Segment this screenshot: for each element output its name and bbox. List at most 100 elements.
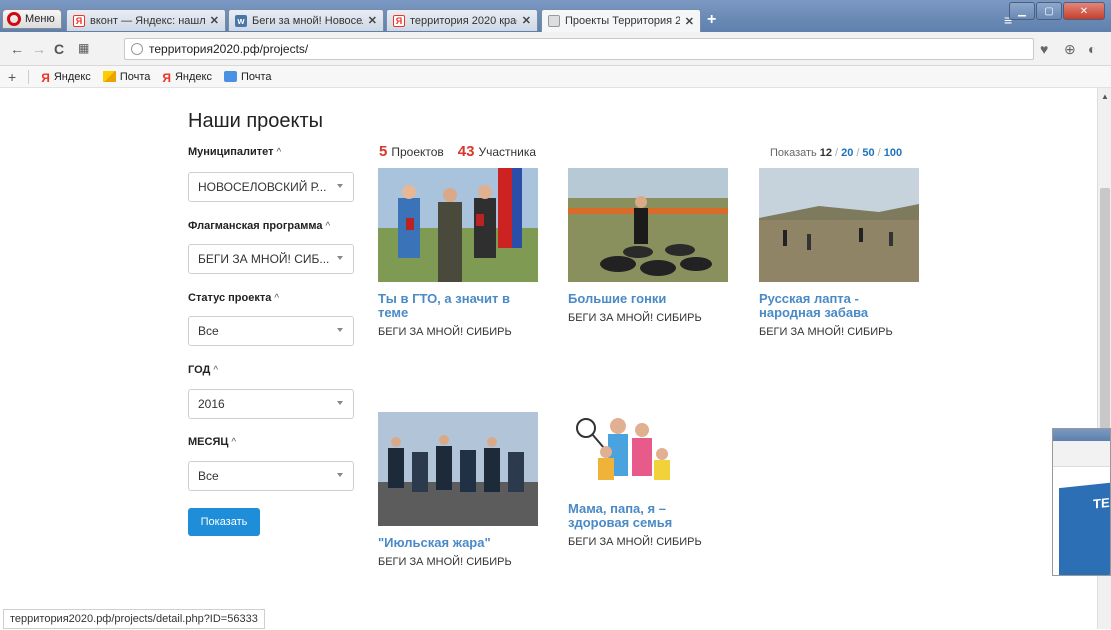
chevron-up-icon: ^ — [231, 437, 237, 448]
project-photo[interactable] — [568, 168, 728, 282]
project-photo[interactable] — [378, 412, 538, 526]
chevron-down-icon — [337, 401, 343, 405]
tab-vk[interactable]: w Беги за мной! Новоселов ✕ — [228, 9, 384, 31]
status-bar-url: территория2020.рф/projects/detail.php?ID… — [3, 609, 265, 629]
project-card[interactable]: Ты в ГТО, а значит в теме БЕГИ ЗА МНОЙ! … — [378, 168, 538, 338]
project-title[interactable]: Ты в ГТО, а значит в теме — [378, 292, 538, 320]
flagship-program-select[interactable]: БЕГИ ЗА МНОЙ! СИБ... — [188, 244, 354, 274]
chevron-down-icon — [337, 473, 343, 477]
project-card[interactable]: Большие гонки БЕГИ ЗА МНОЙ! СИБИРЬ — [568, 168, 728, 324]
yandex-icon: Я — [393, 14, 405, 27]
chevron-up-icon: ^ — [325, 221, 331, 232]
filter-label-flagship[interactable]: Флагманская программа ^ — [188, 220, 330, 232]
bookmark-label: Почта — [119, 70, 151, 83]
vk-icon: w — [235, 14, 247, 27]
forward-icon[interactable]: → — [32, 41, 46, 57]
per-page-option-100[interactable]: 100 — [884, 147, 902, 159]
bookmarks-bar: + Я Яндекс Почта Я Яндекс Почта — [0, 66, 1111, 88]
select-value: 2016 — [198, 397, 225, 411]
bookmark-yandex[interactable]: Я Яндекс — [41, 70, 91, 86]
select-value: Все — [198, 324, 219, 338]
project-photo[interactable] — [378, 168, 538, 282]
filter-label-text: Муниципалитет — [188, 146, 274, 158]
bookmark-mail-2[interactable]: Почта — [223, 71, 272, 83]
mail-icon — [102, 71, 116, 82]
preview-text: TE — [1093, 494, 1110, 512]
bookmark-label: Яндекс — [53, 70, 91, 83]
per-page-option-20[interactable]: 20 — [841, 147, 853, 159]
close-tab-icon[interactable]: ✕ — [685, 15, 694, 28]
vpn-icon[interactable]: ◐ — [1088, 41, 1096, 57]
filter-label-month[interactable]: МЕСЯЦ ^ — [188, 436, 236, 448]
close-window-icon[interactable]: ✕ — [1063, 2, 1105, 20]
bookmark-yandex-2[interactable]: Я Яндекс — [162, 70, 212, 86]
chevron-up-icon: ^ — [274, 293, 280, 304]
address-bar: ← → C ▦ территория2020.рф/projects/ ♥ ⊕ … — [0, 32, 1111, 66]
download-icon[interactable]: ⊕ — [1064, 41, 1076, 58]
show-button[interactable]: Показать — [188, 508, 260, 536]
preview-tab-bar — [1053, 429, 1110, 441]
menu-label: Меню — [25, 13, 55, 25]
tab-title: Проекты Территория 202 — [565, 15, 680, 27]
per-page-option-50[interactable]: 50 — [862, 147, 874, 159]
close-tab-icon[interactable]: ✕ — [522, 14, 531, 27]
bookmark-label: Яндекс — [174, 70, 212, 83]
add-bookmark-icon[interactable]: + — [8, 69, 16, 85]
project-title[interactable]: Мама, папа, я – здоровая семья — [568, 502, 728, 530]
project-photo[interactable] — [568, 412, 678, 492]
tab-title: Беги за мной! Новоселов — [252, 14, 363, 27]
project-card[interactable]: "Июльская жара" БЕГИ ЗА МНОЙ! СИБИРЬ — [378, 412, 538, 568]
yandex-icon: Я — [162, 71, 171, 85]
month-select[interactable]: Все — [188, 461, 354, 491]
chevron-down-icon — [337, 256, 343, 260]
project-title[interactable]: Большие гонки — [568, 292, 728, 306]
project-program: БЕГИ ЗА МНОЙ! СИБИРЬ — [378, 556, 512, 568]
new-tab-plus-icon[interactable]: + — [707, 11, 716, 29]
close-tab-icon[interactable]: ✕ — [368, 14, 377, 27]
preview-address-bar — [1053, 441, 1110, 467]
maximize-icon[interactable]: ▢ — [1036, 2, 1062, 20]
url-field[interactable]: территория2020.рф/projects/ — [124, 38, 1034, 60]
bookmark-mail[interactable]: Почта — [102, 70, 151, 83]
project-status-select[interactable]: Все — [188, 316, 354, 346]
filter-label-text: Флагманская программа — [188, 220, 323, 232]
projects-label: Проектов — [391, 145, 444, 159]
filter-label-year[interactable]: ГОД ^ — [188, 364, 218, 376]
reload-icon[interactable]: C — [54, 41, 64, 57]
chevron-up-icon: ^ — [276, 147, 282, 158]
filter-label-municipality[interactable]: Муниципалитет ^ — [188, 146, 281, 158]
year-select[interactable]: 2016 — [188, 389, 354, 419]
tab-yandex-territory[interactable]: Я территория 2020 красно ✕ — [386, 9, 538, 31]
page-title: Наши проекты — [188, 110, 324, 132]
window-preview-thumbnail[interactable]: TE — [1052, 428, 1111, 576]
browser-menu-button[interactable]: Меню — [2, 9, 62, 29]
tab-projects[interactable]: Проекты Территория 202 ✕ — [541, 9, 701, 32]
project-card[interactable]: Русская лапта - народная забава БЕГИ ЗА … — [759, 168, 919, 338]
site-info-icon[interactable] — [131, 43, 143, 55]
project-stats: 5 Проектов 43 Участника — [379, 143, 536, 160]
filter-label-status[interactable]: Статус проекта ^ — [188, 292, 279, 304]
tab-yandex-search[interactable]: Я вконт — Яндекс: нашлось ✕ — [66, 9, 226, 31]
scroll-up-icon[interactable]: ▲ — [1101, 92, 1109, 101]
project-title[interactable]: "Июльская жара" — [378, 536, 538, 550]
opera-logo-icon — [7, 12, 21, 26]
filter-label-text: МЕСЯЦ — [188, 436, 229, 448]
heart-icon[interactable]: ♥ — [1040, 41, 1048, 57]
municipality-select[interactable]: НОВОСЕЛОВСКИЙ Р... — [188, 172, 354, 202]
close-tab-icon[interactable]: ✕ — [210, 14, 219, 27]
participants-count: 43 — [457, 143, 475, 160]
project-photo[interactable] — [759, 168, 919, 282]
minimize-icon[interactable]: ▁ — [1009, 2, 1035, 20]
participants-label: Участника — [478, 145, 537, 159]
speed-dial-icon[interactable]: ▦ — [78, 41, 89, 55]
filter-label-text: Статус проекта — [188, 292, 272, 304]
per-page-selector: Показать 12 / 20 / 50 / 100 — [770, 147, 903, 159]
mail-icon — [223, 71, 237, 82]
chevron-down-icon — [337, 328, 343, 332]
project-title[interactable]: Русская лапта - народная забава — [759, 292, 919, 320]
project-card[interactable]: Мама, папа, я – здоровая семья БЕГИ ЗА М… — [568, 412, 728, 548]
preview-banner: TE — [1059, 481, 1110, 575]
document-icon — [548, 15, 560, 27]
per-page-current: 12 — [819, 147, 833, 159]
back-icon[interactable]: ← — [10, 41, 24, 57]
